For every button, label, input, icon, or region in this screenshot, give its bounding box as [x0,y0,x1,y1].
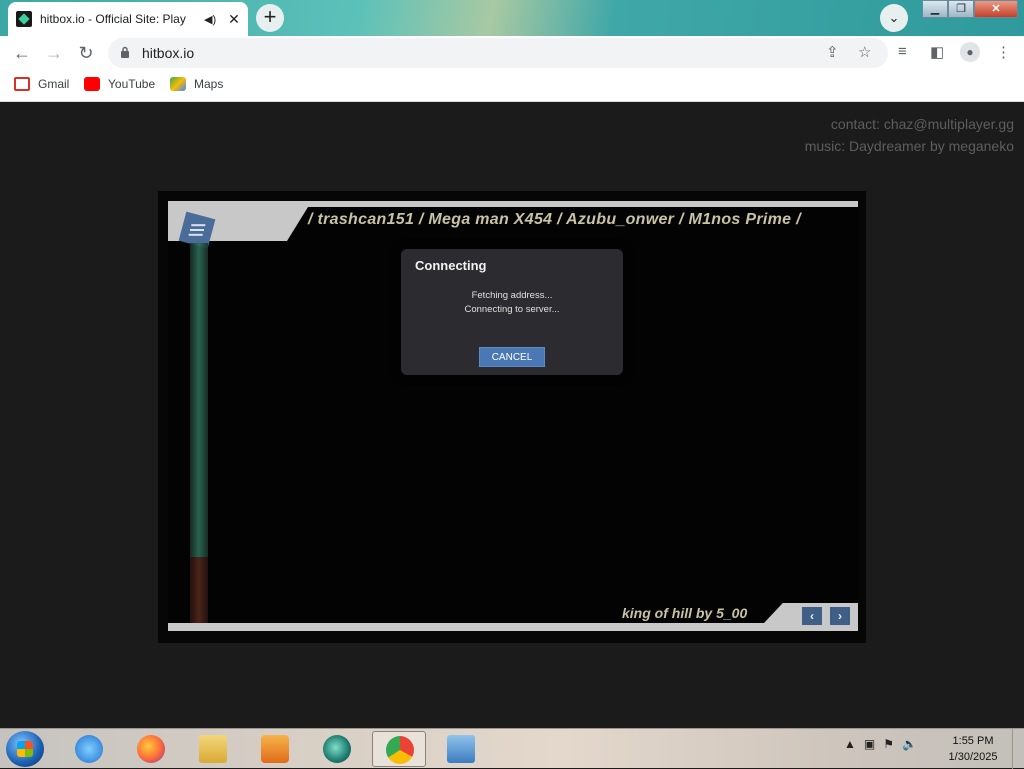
show-hidden-icons[interactable]: ▲ [844,737,856,751]
connecting-dialog: Connecting Fetching address... Connectin… [401,249,623,375]
clock[interactable]: 1:55 PM 1/30/2025 [940,733,1006,765]
chrome-icon [386,736,414,764]
lock-icon [121,46,129,58]
minimize-button[interactable]: ▁ [922,0,948,18]
side-panel-icon[interactable]: ◧ [930,43,944,61]
cancel-button[interactable]: CANCEL [479,347,545,367]
browser-toolbar: ← → ↻ hitbox.io ⇪ ☆ ≡ ◧ ● ⋮ [0,36,1024,70]
taskbar-ie[interactable] [62,731,116,767]
new-tab-button[interactable]: + [256,4,284,32]
restore-button[interactable]: ❐ [948,0,974,18]
internet-explorer-icon [75,735,103,763]
window-controls: ▁ ❐ ✕ [922,0,1018,18]
show-desktop-button[interactable] [1012,729,1024,769]
dialog-title: Connecting [415,258,487,273]
tab-title: hitbox.io - Official Site: Play [40,12,186,26]
reload-button[interactable]: ↻ [74,42,98,66]
address-bar[interactable]: hitbox.io ⇪ ☆ [108,38,888,68]
close-tab-icon[interactable]: ✕ [228,11,240,28]
gmail-icon [14,77,30,91]
tab-search-button[interactable]: ⌄ [880,4,908,32]
health-bar [190,243,208,631]
clock-date: 1/30/2025 [948,751,998,763]
taskbar-chrome[interactable] [372,731,426,767]
media-player-icon [261,735,289,763]
contact-text: contact: chaz@multiplayer.gg [830,116,1014,132]
app-icon [323,735,351,763]
bookmarks-bar: Gmail YouTube Maps [0,70,1024,102]
taskbar-media[interactable] [248,731,302,767]
bookmark-youtube[interactable]: YouTube [84,77,155,91]
top-bar [168,201,858,207]
maps-icon [170,77,186,91]
music-credit: music: Daydreamer by meganeko [804,138,1014,154]
tab-strip: hitbox.io - Official Site: Play ◀) ✕ + ⌄… [0,0,1024,36]
share-icon[interactable]: ⇪ [826,43,839,61]
bottom-bar [168,623,858,631]
health-red [190,557,208,631]
start-button[interactable] [6,731,44,767]
taskbar-firefox[interactable] [124,731,178,767]
bookmark-label: Maps [194,77,224,91]
page-content: contact: chaz@multiplayer.gg music: Dayd… [0,103,1024,728]
windows-taskbar: ▲ ▣ ⚑ 🔈 1:55 PM 1/30/2025 [0,728,1024,769]
action-center-flag-icon[interactable]: ⚑ [883,737,894,751]
profile-avatar-icon[interactable]: ● [960,42,980,62]
forward-button[interactable]: → [42,42,66,66]
youtube-icon [84,77,100,91]
back-button[interactable]: ← [10,42,34,66]
folder-icon [199,735,227,763]
window-close-button[interactable]: ✕ [974,0,1018,18]
bookmark-maps[interactable]: Maps [170,77,223,91]
status-line-2: Connecting to server... [464,304,560,315]
status-line-1: Fetching address... [471,290,553,301]
map-info: king of hill by 5_00 [622,605,748,621]
clock-time: 1:55 PM [952,735,994,747]
bookmark-label: YouTube [108,77,156,91]
prev-map-button[interactable]: ‹ [802,607,822,625]
browser-menu-icon[interactable]: ⋮ [996,43,1011,61]
next-map-button[interactable]: › [830,607,850,625]
network-icon[interactable]: ▣ [864,737,875,751]
taskbar-app[interactable] [310,731,364,767]
bookmark-gmail[interactable]: Gmail [14,77,69,91]
media-controls-icon[interactable]: ≡ [898,43,907,60]
taskbar-control-panel[interactable] [434,731,488,767]
speaker-icon[interactable]: ◀) [204,13,216,26]
volume-muted-icon[interactable]: 🔈 [902,737,917,751]
health-green [190,243,208,557]
control-panel-icon [447,735,475,763]
browser-tab[interactable]: hitbox.io - Official Site: Play ◀) ✕ [8,2,248,36]
system-tray: ▲ ▣ ⚑ 🔈 [844,737,917,751]
taskbar-explorer[interactable] [186,731,240,767]
hitbox-favicon-icon [16,11,32,27]
player-ticker: / trashcan151 / Mega man X454 / Azubu_on… [308,211,801,228]
url-text: hitbox.io [142,45,195,61]
bookmark-star-icon[interactable]: ☆ [858,43,871,61]
bookmark-label: Gmail [38,77,70,91]
firefox-icon [137,735,165,763]
credits: contact: chaz@multiplayer.gg music: Dayd… [805,113,1014,157]
